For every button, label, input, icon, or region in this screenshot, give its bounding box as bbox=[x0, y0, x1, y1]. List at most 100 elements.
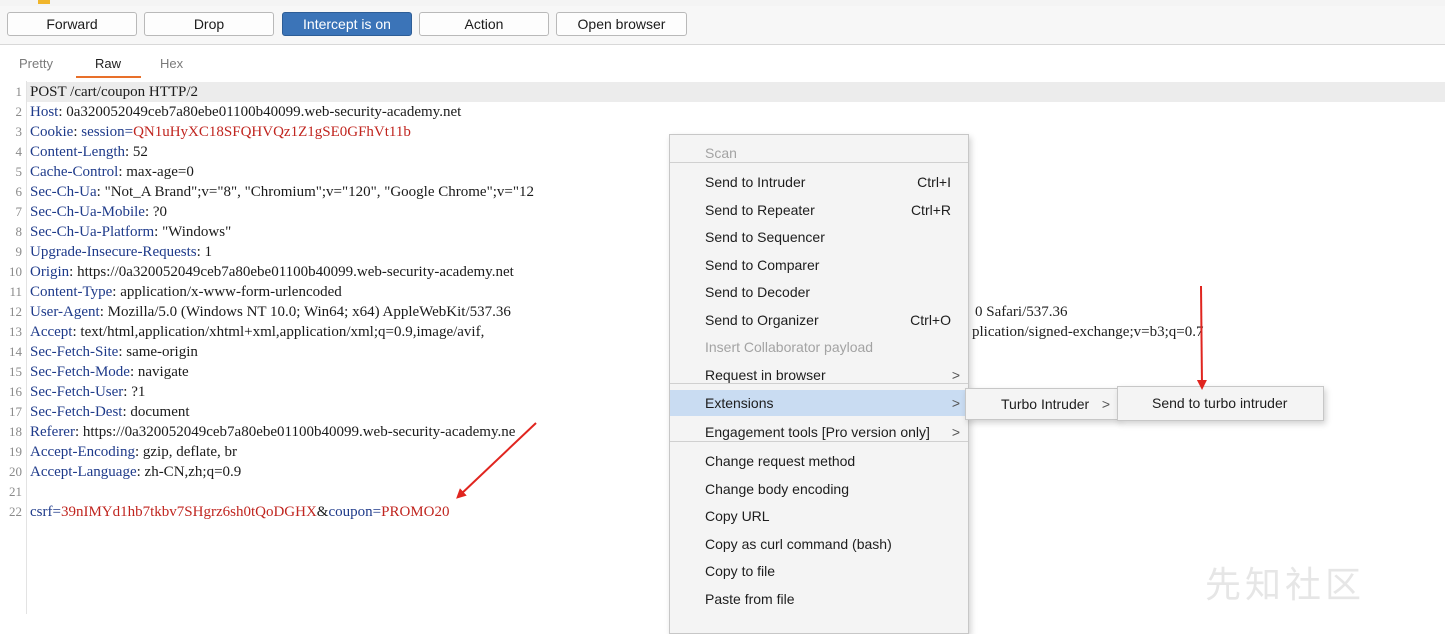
header-value: ?0 bbox=[152, 204, 168, 220]
menu-item-label: Turbo Intruder bbox=[1001, 396, 1090, 412]
header-name: Sec-Fetch-Mode bbox=[30, 364, 130, 380]
menu-item-send-to-organizer[interactable]: Send to Organizer Ctrl+O bbox=[670, 307, 968, 333]
menu-item-label: Engagement tools [Pro version only] bbox=[705, 424, 930, 440]
header-name: Sec-Fetch-Dest bbox=[30, 404, 123, 420]
menu-item-send-to-intruder[interactable]: Send to Intruder Ctrl+I bbox=[670, 169, 968, 195]
header-value: same-origin bbox=[126, 344, 198, 360]
request-line: 1 POST /cart/coupon HTTP/2 bbox=[0, 82, 1445, 102]
menu-item-label: Send to Sequencer bbox=[705, 229, 825, 245]
chevron-right-icon: > bbox=[951, 424, 960, 440]
menu-item-label: Extensions bbox=[705, 395, 774, 411]
menu-item-label: Change body encoding bbox=[705, 481, 850, 497]
header-value: Mozilla/5.0 (Windows NT 10.0; Win64; x64… bbox=[107, 304, 511, 320]
drop-button[interactable]: Drop bbox=[144, 12, 274, 36]
header-name: Accept-Encoding bbox=[30, 444, 135, 460]
header-value: https://0a320052049ceb7a80ebe01100b40099… bbox=[82, 424, 516, 440]
line-number: 3 bbox=[15, 124, 23, 139]
menu-item-insert-collaborator-payload: Insert Collaborator payload bbox=[670, 334, 968, 360]
tab-raw[interactable]: Raw bbox=[95, 56, 121, 71]
header-name: Content-Type bbox=[30, 284, 113, 300]
menu-item-send-to-comparer[interactable]: Send to Comparer bbox=[670, 252, 968, 278]
menu-item-send-to-repeater[interactable]: Send to Repeater Ctrl+R bbox=[670, 197, 968, 223]
param-equals: = bbox=[372, 504, 382, 520]
menu-item-send-to-decoder[interactable]: Send to Decoder bbox=[670, 279, 968, 305]
param-equals: = bbox=[52, 504, 61, 520]
open-browser-button[interactable]: Open browser bbox=[556, 12, 687, 36]
line-number: 10 bbox=[9, 264, 22, 279]
line-number: 16 bbox=[9, 384, 22, 399]
chevron-right-icon: > bbox=[1101, 396, 1110, 412]
menu-item-label: Send to Comparer bbox=[705, 257, 820, 273]
header-name: Host bbox=[30, 104, 59, 120]
line-content: Sec-Fetch-Dest: document bbox=[30, 402, 190, 422]
line-content: Accept-Encoding: gzip, deflate, br bbox=[30, 442, 237, 462]
menu-item-label: Send to Intruder bbox=[705, 174, 806, 190]
tab-pretty[interactable]: Pretty bbox=[19, 56, 53, 71]
context-menu: Scan Send to Intruder Ctrl+I Send to Repeat… bbox=[669, 134, 969, 634]
line-content: User-Agent: Mozilla/5.0 (Windows NT 10.0… bbox=[30, 302, 511, 322]
header-separator: : bbox=[154, 224, 163, 240]
line-number: 14 bbox=[9, 344, 22, 359]
line-number: 1 bbox=[15, 84, 23, 99]
menu-item-copy-url[interactable]: Copy URL bbox=[670, 503, 968, 529]
header-value: 0a320052049ceb7a80ebe01100b40099.web-sec… bbox=[66, 104, 462, 120]
menu-item-change-request-method[interactable]: Change request method bbox=[670, 448, 968, 474]
header-separator: : bbox=[112, 284, 121, 300]
menu-item-label: Change request method bbox=[705, 453, 856, 469]
line-13-tail: plication/signed-exchange;v=b3;q=0.7 bbox=[972, 324, 1204, 340]
header-name: User-Agent bbox=[30, 304, 100, 320]
line-content: Sec-Ch-Ua: "Not_A Brand";v="8", "Chromiu… bbox=[30, 182, 534, 202]
menu-item-label: Scan bbox=[705, 145, 737, 161]
header-separator: : bbox=[96, 184, 105, 200]
line-number: 5 bbox=[15, 164, 23, 179]
turbo-intruder-submenu: Send to turbo intruder bbox=[1117, 386, 1324, 421]
menu-item-label: Send to Organizer bbox=[705, 312, 819, 328]
header-separator: : bbox=[134, 444, 143, 460]
intercept-toolbar: Forward Drop Intercept is on Action Open… bbox=[0, 6, 1445, 45]
line-number: 18 bbox=[9, 424, 22, 439]
header-value: https://0a320052049ceb7a80ebe01100b40099… bbox=[77, 264, 514, 280]
line-content: Sec-Fetch-Mode: navigate bbox=[30, 362, 189, 382]
menu-item-copy-to-file[interactable]: Copy to file bbox=[670, 558, 968, 584]
line-content: Sec-Ch-Ua-Mobile: ?0 bbox=[30, 202, 167, 222]
header-name: Sec-Ch-Ua bbox=[30, 184, 97, 200]
header-value: application/x-www-form-urlencoded bbox=[120, 284, 342, 300]
line-number: 8 bbox=[15, 224, 23, 239]
line-number: 22 bbox=[9, 504, 22, 519]
header-separator: : bbox=[196, 244, 205, 260]
cookie-value: QN1uHyXC18SFQHVQz1Z1gSE0GFhVt11b bbox=[133, 124, 411, 140]
header-name: Sec-Ch-Ua-Mobile bbox=[30, 204, 145, 220]
menu-item-label: Request in browser bbox=[705, 367, 826, 383]
param-name: coupon bbox=[328, 504, 373, 520]
intercept-toggle-button[interactable]: Intercept is on bbox=[282, 12, 412, 36]
tab-hex[interactable]: Hex bbox=[160, 56, 183, 71]
forward-button[interactable]: Forward bbox=[7, 12, 137, 36]
menu-item-request-in-browser[interactable]: Request in browser > bbox=[670, 362, 968, 388]
selected-tab-indicator bbox=[76, 76, 141, 78]
menu-item-paste-from-file[interactable]: Paste from file bbox=[670, 586, 968, 612]
menu-item-send-to-sequencer[interactable]: Send to Sequencer bbox=[670, 224, 968, 250]
header-separator: : bbox=[74, 424, 83, 440]
menu-item-extensions[interactable]: Extensions > bbox=[670, 390, 968, 416]
line-content: Sec-Fetch-User: ?1 bbox=[30, 382, 145, 402]
menu-item-change-body-encoding[interactable]: Change body encoding bbox=[670, 476, 968, 502]
menu-item-send-to-turbo-intruder[interactable]: Send to turbo intruder bbox=[1118, 387, 1323, 420]
header-name: Accept bbox=[30, 324, 73, 340]
menu-item-label: Copy URL bbox=[705, 508, 770, 524]
menu-item-label: Paste from file bbox=[705, 591, 795, 607]
line-number: 21 bbox=[9, 484, 22, 499]
menu-item-copy-as-curl-command-bash[interactable]: Copy as curl command (bash) bbox=[670, 531, 968, 557]
line-content: Sec-Fetch-Site: same-origin bbox=[30, 342, 198, 362]
param-name: csrf bbox=[30, 504, 53, 520]
param-value: 39nIMYd1hb7tkbv7SHgrz6sh0tQoDGHX bbox=[60, 504, 317, 520]
header-separator: : bbox=[144, 204, 153, 220]
header-name: Sec-Fetch-Site bbox=[30, 344, 119, 360]
action-button[interactable]: Action bbox=[419, 12, 549, 36]
menu-item-engagement-tools-pro-version-only[interactable]: Engagement tools [Pro version only] > bbox=[670, 419, 968, 445]
header-separator: : bbox=[99, 304, 108, 320]
menu-item-turbo-intruder[interactable]: Turbo Intruder > bbox=[966, 389, 1118, 419]
menu-item-label: Send to Repeater bbox=[705, 202, 815, 218]
header-name: Content-Length bbox=[30, 144, 125, 160]
line-number: 19 bbox=[9, 444, 22, 459]
line-content: Accept-Language: zh-CN,zh;q=0.9 bbox=[30, 462, 241, 482]
